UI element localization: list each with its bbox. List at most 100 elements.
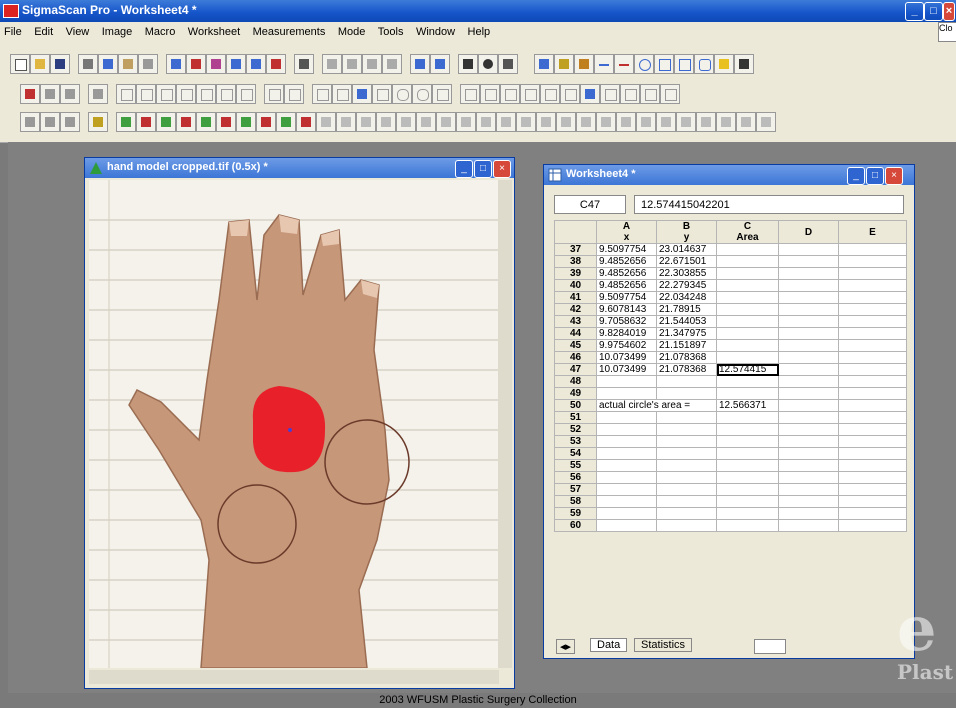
menu-edit[interactable]: Edit — [34, 26, 53, 38]
filter-tool-4-icon[interactable] — [432, 84, 452, 104]
fill-tool-icon[interactable] — [714, 54, 734, 74]
shape-tool-2-icon[interactable] — [136, 84, 156, 104]
minimize-button[interactable]: _ — [905, 2, 924, 21]
transform-tool-3-icon[interactable] — [500, 84, 520, 104]
stop-macro-icon[interactable] — [60, 84, 80, 104]
measure-icon-30[interactable] — [696, 112, 716, 132]
ellipse-tool-icon[interactable] — [634, 54, 654, 74]
record-macro-icon[interactable] — [88, 84, 108, 104]
corner-cell[interactable] — [554, 220, 597, 244]
transform-tool-9-icon[interactable] — [640, 84, 660, 104]
measure-icon-13[interactable] — [356, 112, 376, 132]
measure-icon-33[interactable] — [756, 112, 776, 132]
column-header-b[interactable]: By — [656, 220, 717, 244]
chart-stats-icon[interactable] — [382, 54, 402, 74]
filter-tool-3-icon[interactable] — [372, 84, 392, 104]
image-close-button[interactable]: × — [493, 160, 511, 178]
shape-tool-4-icon[interactable] — [176, 84, 196, 104]
zoom-in-icon[interactable] — [392, 84, 412, 104]
play-icon[interactable] — [20, 112, 40, 132]
image-window[interactable]: hand model cropped.tif (0.5x) * _ □ × — [84, 157, 515, 689]
chart-line-icon[interactable] — [342, 54, 362, 74]
rectangle-tool-icon[interactable] — [654, 54, 674, 74]
measure-icon-12[interactable] — [336, 112, 356, 132]
color-select-icon[interactable] — [580, 84, 600, 104]
cell-reference-box[interactable]: C47 — [554, 195, 626, 214]
menu-help[interactable]: Help — [468, 26, 491, 38]
run-macro-icon[interactable] — [20, 84, 40, 104]
menu-file[interactable]: File — [4, 26, 22, 38]
measure-tool-1-icon[interactable] — [264, 84, 284, 104]
color-grid-icon[interactable] — [352, 84, 372, 104]
worksheet-close-button[interactable]: × — [885, 167, 903, 185]
overlay-tool-icon[interactable] — [266, 54, 286, 74]
measure-icon-14[interactable] — [376, 112, 396, 132]
menu-window[interactable]: Window — [416, 26, 455, 38]
transform-tool-10-icon[interactable] — [660, 84, 680, 104]
freehand-tool-icon[interactable] — [694, 54, 714, 74]
pause-macro-icon[interactable] — [40, 84, 60, 104]
line-tool-icon[interactable] — [594, 54, 614, 74]
measure-icon-7[interactable] — [236, 112, 256, 132]
menu-image[interactable]: Image — [102, 26, 133, 38]
transform-tool-5-icon[interactable] — [540, 84, 560, 104]
stop-icon[interactable] — [60, 112, 80, 132]
shape-tool-3-icon[interactable] — [156, 84, 176, 104]
measure-icon-27[interactable] — [636, 112, 656, 132]
tab-scroll-left-icon[interactable]: ◂▸ — [556, 639, 576, 654]
worksheet-window[interactable]: Worksheet4 * _ □ × C47 12.574415042201 A… — [543, 164, 915, 659]
pause-icon[interactable] — [40, 112, 60, 132]
worksheet-minimize-button[interactable]: _ — [847, 167, 865, 185]
shape-tool-1-icon[interactable] — [116, 84, 136, 104]
measure-icon-8[interactable] — [256, 112, 276, 132]
grid-right-icon[interactable] — [430, 54, 450, 74]
undo-icon[interactable] — [138, 54, 158, 74]
new-file-icon[interactable] — [10, 54, 30, 74]
menu-measurements[interactable]: Measurements — [253, 26, 326, 38]
zoom-out-icon[interactable] — [412, 84, 432, 104]
measure-icon-10[interactable] — [296, 112, 316, 132]
measure-icon-29[interactable] — [676, 112, 696, 132]
tab-data[interactable]: Data — [590, 638, 628, 652]
menu-view[interactable]: View — [66, 26, 90, 38]
transform-tool-8-icon[interactable] — [620, 84, 640, 104]
measurement-tool-icon[interactable] — [88, 112, 108, 132]
transform-tool-6-icon[interactable] — [560, 84, 580, 104]
menu-worksheet[interactable]: Worksheet — [188, 26, 240, 38]
line-red-tool-icon[interactable] — [614, 54, 634, 74]
sheet-horizontal-scrollbar[interactable] — [754, 639, 786, 654]
measure-icon-17[interactable] — [436, 112, 456, 132]
measure-icon-3[interactable] — [156, 112, 176, 132]
filter-tool-2-icon[interactable] — [332, 84, 352, 104]
polygon-tool-icon[interactable] — [674, 54, 694, 74]
measure-icon-2[interactable] — [136, 112, 156, 132]
measure-icon-20[interactable] — [496, 112, 516, 132]
image-tool-icon[interactable] — [166, 54, 186, 74]
measure-icon-4[interactable] — [176, 112, 196, 132]
measure-icon-16[interactable] — [416, 112, 436, 132]
measure-icon-22[interactable] — [536, 112, 556, 132]
column-header-a[interactable]: Ax — [596, 220, 657, 244]
measure-icon-31[interactable] — [716, 112, 736, 132]
pen-tool-icon[interactable] — [554, 54, 574, 74]
cell-value-field[interactable]: 12.574415042201 — [634, 195, 904, 214]
close-button[interactable]: × — [943, 2, 955, 21]
pointer-tool-icon[interactable] — [534, 54, 554, 74]
selected-cell-c47[interactable]: 12.574415 — [716, 363, 779, 376]
shape-tool-6-icon[interactable] — [216, 84, 236, 104]
worksheet-grid[interactable]: Ax By C Area D E 37 9.5097754 23.014637 38 9… — [554, 220, 907, 532]
shape-tool-5-icon[interactable] — [196, 84, 216, 104]
measure-icon-28[interactable] — [656, 112, 676, 132]
transform-tool-1-icon[interactable] — [460, 84, 480, 104]
measure-icon-18[interactable] — [456, 112, 476, 132]
image-horizontal-scrollbar[interactable] — [89, 670, 499, 684]
menu-macro[interactable]: Macro — [145, 26, 176, 38]
chart-bar-icon[interactable] — [322, 54, 342, 74]
menu-mode[interactable]: Mode — [338, 26, 366, 38]
cut-icon[interactable] — [78, 54, 98, 74]
transform-tool-4-icon[interactable] — [520, 84, 540, 104]
close-panel-button[interactable]: Clo — [938, 22, 956, 42]
measure-icon-15[interactable] — [396, 112, 416, 132]
actual-area-value[interactable]: 12.566371 — [716, 399, 779, 412]
menu-tools[interactable]: Tools — [378, 26, 404, 38]
